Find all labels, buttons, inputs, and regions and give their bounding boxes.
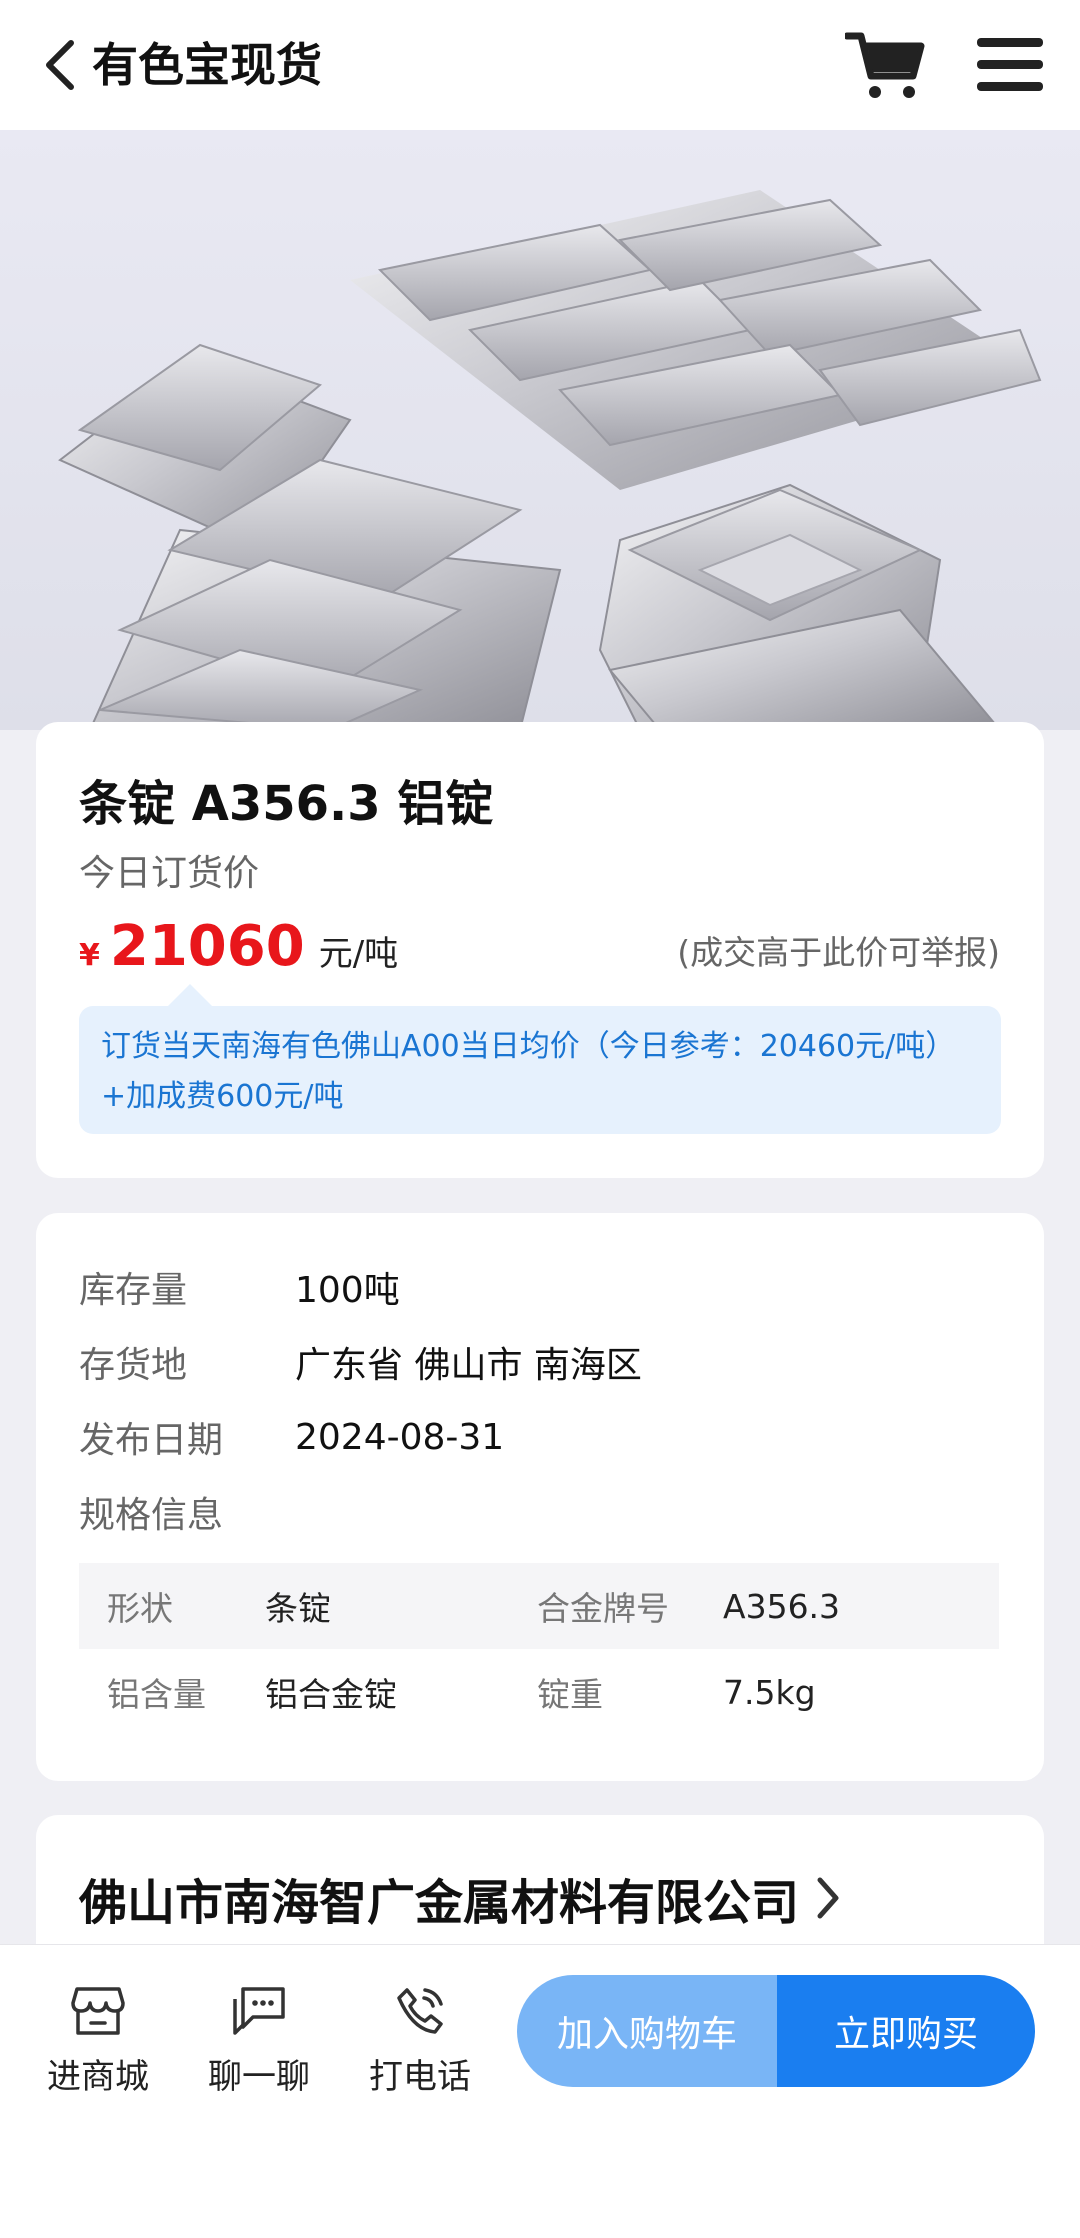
spec-table: 形状 条锭 合金牌号 A356.3 铝含量 铝合金锭 锭重 7.5kg (79, 1563, 999, 1735)
spec-key: 铝含量 (107, 1675, 206, 1714)
price-report-note: (成交高于此价可举报) (677, 933, 1000, 972)
info-row-specs: 规格信息 (79, 1482, 295, 1542)
info-label: 规格信息 (79, 1495, 224, 1536)
spec-value: A356.3 (723, 1586, 841, 1626)
chat-label: 聊一聊 (208, 2057, 310, 2097)
store-label: 进商城 (47, 2057, 149, 2097)
call-button[interactable]: 打电话 (360, 1981, 480, 2097)
info-row-date: 发布日期 2024-08-31 (79, 1407, 504, 1467)
phone-icon (360, 1981, 480, 2041)
info-value: 广东省 佛山市 南海区 (295, 1345, 642, 1386)
info-label: 发布日期 (79, 1420, 224, 1461)
info-label: 存货地 (79, 1345, 188, 1386)
spec-key: 形状 (107, 1589, 173, 1628)
spec-row: 铝含量 铝合金锭 锭重 7.5kg (79, 1649, 999, 1735)
hamburger-menu-icon (977, 38, 1043, 91)
chevron-right-icon (815, 1876, 841, 1920)
menu-button[interactable] (975, 32, 1045, 96)
price-value: 21060 (109, 914, 305, 979)
back-button[interactable] (30, 30, 90, 100)
aluminum-ingots-image (58, 190, 1042, 730)
chat-icon (199, 1981, 319, 2041)
product-image[interactable] (0, 130, 1080, 730)
spec-value: 条锭 (265, 1589, 331, 1628)
spec-key: 合金牌号 (537, 1589, 669, 1628)
price-card: 条锭 A356.3 铝锭 今日订货价 ¥ 21060 元/吨 (成交高于此价可举… (36, 722, 1044, 1178)
info-row-location: 存货地 广东省 佛山市 南海区 (79, 1332, 642, 1392)
spec-key: 锭重 (537, 1675, 603, 1714)
spec-value: 7.5kg (723, 1672, 816, 1712)
chevron-left-icon (46, 40, 74, 90)
add-to-cart-button[interactable]: 加入购物车 (517, 1975, 777, 2087)
chat-button[interactable]: 聊一聊 (199, 1981, 319, 2097)
info-value: 2024-08-31 (295, 1416, 505, 1458)
price-label: 今日订货价 (79, 853, 260, 894)
info-row-stock: 库存量 100吨 (79, 1257, 400, 1317)
shopping-cart-icon (843, 32, 925, 98)
pricing-formula: 订货当天南海有色佛山A00当日均价（今日参考：20460元/吨）+加成费600元… (79, 1006, 1001, 1134)
bottom-action-bar: 进商城 聊一聊 打电话 加入购物车 立即购买 (0, 1944, 1080, 2118)
store-icon (38, 1981, 158, 2041)
price-row: ¥ 21060 元/吨 (79, 914, 398, 984)
page-title: 有色宝现货 (92, 38, 322, 92)
call-label: 打电话 (369, 2057, 471, 2097)
stock-info-card: 库存量 100吨 存货地 广东省 佛山市 南海区 发布日期 2024-08-31… (36, 1213, 1044, 1781)
cart-button[interactable] (843, 28, 925, 102)
company-name: 佛山市南海智广金属材料有限公司 (79, 1875, 800, 1931)
store-button[interactable]: 进商城 (38, 1981, 158, 2097)
info-value: 100吨 (295, 1270, 400, 1311)
info-label: 库存量 (79, 1270, 188, 1311)
page: 有色宝现货 条锭 A356.3 铝锭 今日订货价 ¥ 21060 元/吨 (成交… (0, 0, 1080, 2238)
company-link[interactable]: 佛山市南海智广金属材料有限公司 (79, 1863, 841, 1933)
note-pointer (166, 984, 214, 1008)
currency-symbol: ¥ (79, 938, 100, 973)
product-title: 条锭 A356.3 铝锭 (79, 776, 494, 832)
bottom-safe-area (0, 2118, 1080, 2238)
app-header: 有色宝现货 (0, 0, 1080, 130)
spec-value: 铝合金锭 (265, 1675, 397, 1714)
spec-row: 形状 条锭 合金牌号 A356.3 (79, 1563, 999, 1649)
buy-now-button[interactable]: 立即购买 (777, 1975, 1035, 2087)
price-unit: 元/吨 (318, 934, 399, 974)
